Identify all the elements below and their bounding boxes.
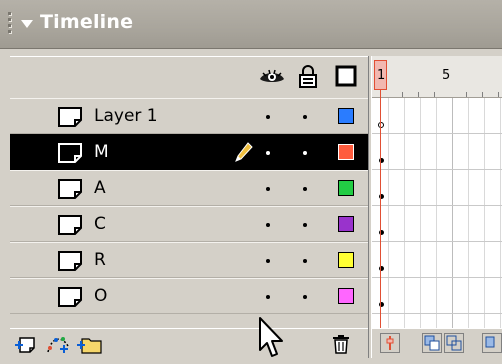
- layer-type-icon: [58, 215, 82, 235]
- layer-type-icon: [58, 179, 82, 199]
- layer-type-icon: [58, 251, 82, 271]
- layer-toolbar: [10, 328, 368, 359]
- layer-name[interactable]: R: [94, 250, 106, 270]
- lock-toggle[interactable]: [303, 151, 307, 155]
- pencil-icon: [235, 142, 253, 162]
- outline-color-swatch[interactable]: [338, 216, 354, 232]
- panel-title: Timeline: [40, 11, 134, 33]
- visibility-toggle[interactable]: [266, 295, 270, 299]
- lock-toggle[interactable]: [303, 223, 307, 227]
- playhead-line: [380, 90, 381, 328]
- frame-row-divider: [372, 205, 502, 206]
- lock-toggle[interactable]: [303, 187, 307, 191]
- keyframe[interactable]: [378, 122, 384, 128]
- outline-color-swatch[interactable]: [338, 144, 354, 160]
- ruler-label-5: 5: [442, 68, 451, 83]
- eye-icon[interactable]: [258, 65, 286, 89]
- layer-type-icon: [58, 287, 82, 307]
- layer-list: Layer 1 MACRO: [10, 98, 368, 314]
- layer-row[interactable]: M: [10, 134, 368, 170]
- mouse-cursor-icon: [259, 317, 283, 357]
- frames-toolbar: [372, 328, 502, 358]
- onion-skin-outlines-icon[interactable]: [444, 333, 464, 353]
- lock-icon[interactable]: [298, 65, 318, 89]
- onion-skin-icon[interactable]: [422, 333, 442, 353]
- edit-multiple-frames-icon[interactable]: [482, 333, 502, 353]
- visibility-toggle[interactable]: [266, 259, 270, 263]
- lock-toggle[interactable]: [303, 115, 307, 119]
- layer-column-header: [10, 56, 368, 98]
- layer-row[interactable]: R: [10, 242, 368, 278]
- outline-color-swatch[interactable]: [338, 180, 354, 196]
- layer-type-icon: [58, 143, 82, 163]
- outline-color-swatch[interactable]: [338, 252, 354, 268]
- frame-grid[interactable]: [372, 98, 502, 328]
- outline-icon[interactable]: [335, 65, 357, 87]
- visibility-toggle[interactable]: [266, 223, 270, 227]
- layer-row[interactable]: Layer 1: [10, 98, 368, 134]
- add-motion-guide-icon[interactable]: [44, 332, 72, 356]
- center-frame-icon[interactable]: [380, 333, 400, 353]
- layer-name[interactable]: M: [94, 142, 109, 162]
- visibility-toggle[interactable]: [266, 151, 270, 155]
- layer-row[interactable]: O: [10, 278, 368, 314]
- layer-name[interactable]: O: [94, 286, 107, 306]
- outline-color-swatch[interactable]: [338, 288, 354, 304]
- layer-type-icon: [58, 107, 82, 127]
- outline-color-swatch[interactable]: [338, 108, 354, 124]
- layer-row[interactable]: A: [10, 170, 368, 206]
- frame-row-divider: [372, 241, 502, 242]
- ruler-label-1: 1: [377, 68, 386, 83]
- layer-name[interactable]: Layer 1: [94, 106, 158, 126]
- layer-panel: Layer 1 MACRO: [10, 56, 368, 359]
- visibility-toggle[interactable]: [266, 115, 270, 119]
- frames-panel: 1 5: [372, 56, 502, 358]
- lock-toggle[interactable]: [303, 259, 307, 263]
- frame-row-divider: [372, 133, 502, 134]
- lock-toggle[interactable]: [303, 295, 307, 299]
- delete-layer-icon[interactable]: [330, 332, 352, 356]
- insert-layer-icon[interactable]: [14, 332, 40, 356]
- layer-name[interactable]: C: [94, 214, 106, 234]
- timeline-panel-header[interactable]: Timeline: [0, 0, 502, 49]
- collapse-arrow-icon[interactable]: [21, 20, 33, 28]
- frame-ruler[interactable]: 1 5: [372, 56, 502, 98]
- layer-row[interactable]: C: [10, 206, 368, 242]
- frame-row-divider: [372, 277, 502, 278]
- insert-layer-folder-icon[interactable]: [76, 332, 104, 356]
- frame-row-divider: [372, 169, 502, 170]
- panel-grip-icon[interactable]: [6, 12, 16, 38]
- layer-name[interactable]: A: [94, 178, 106, 198]
- visibility-toggle[interactable]: [266, 187, 270, 191]
- frame-row-divider: [372, 313, 502, 314]
